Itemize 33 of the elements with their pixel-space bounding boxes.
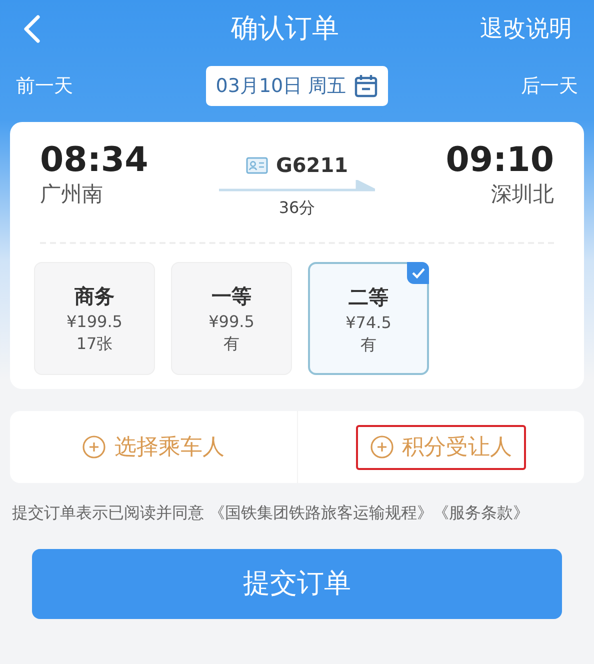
back-icon[interactable]: [22, 14, 42, 44]
departure-time: 08:34: [40, 142, 148, 180]
prev-day-link[interactable]: 前一天: [16, 72, 73, 100]
seat-class-option[interactable]: 二等 ¥74.5 有: [308, 262, 429, 375]
plus-circle-icon: [370, 435, 394, 459]
arrival-station: 深圳北: [491, 181, 554, 208]
seat-availability: 有: [360, 334, 378, 356]
seat-class-name: 一等: [210, 283, 252, 310]
calendar-icon: [354, 74, 378, 98]
plus-circle-icon: [82, 435, 106, 459]
train-number: G6211: [276, 152, 348, 179]
departure-station: 广州南: [40, 181, 103, 208]
seat-class-option[interactable]: 商务 ¥199.5 17张: [34, 262, 155, 375]
arrival-time: 09:10: [446, 142, 554, 180]
refund-rules-link[interactable]: 退改说明: [480, 12, 572, 46]
terms-link[interactable]: 《服务条款》: [433, 503, 530, 522]
seat-price: ¥99.5: [208, 311, 256, 333]
travel-duration: 36分: [278, 197, 316, 219]
submit-order-button[interactable]: 提交订单: [32, 549, 562, 619]
seat-price: ¥199.5: [66, 311, 124, 333]
seat-class-name: 商务: [74, 283, 116, 310]
seat-price: ¥74.5: [344, 312, 392, 334]
seat-availability: 有: [222, 332, 240, 354]
check-icon: [407, 262, 429, 284]
terms-text: 提交订单表示已阅读并同意 《国铁集团铁路旅客运输规程》《服务条款》: [12, 502, 530, 524]
terms-link[interactable]: 《国铁集团铁路旅客运输规程》: [209, 503, 434, 522]
seat-class-option[interactable]: 一等 ¥99.5 有: [171, 262, 292, 375]
id-card-icon: [246, 156, 268, 174]
seat-class-name: 二等: [348, 284, 390, 311]
page-title: 确认订单: [231, 12, 339, 46]
date-picker[interactable]: 03月10日 周五: [206, 66, 388, 106]
next-day-link[interactable]: 后一天: [521, 72, 578, 100]
seat-availability: 17张: [75, 332, 114, 354]
